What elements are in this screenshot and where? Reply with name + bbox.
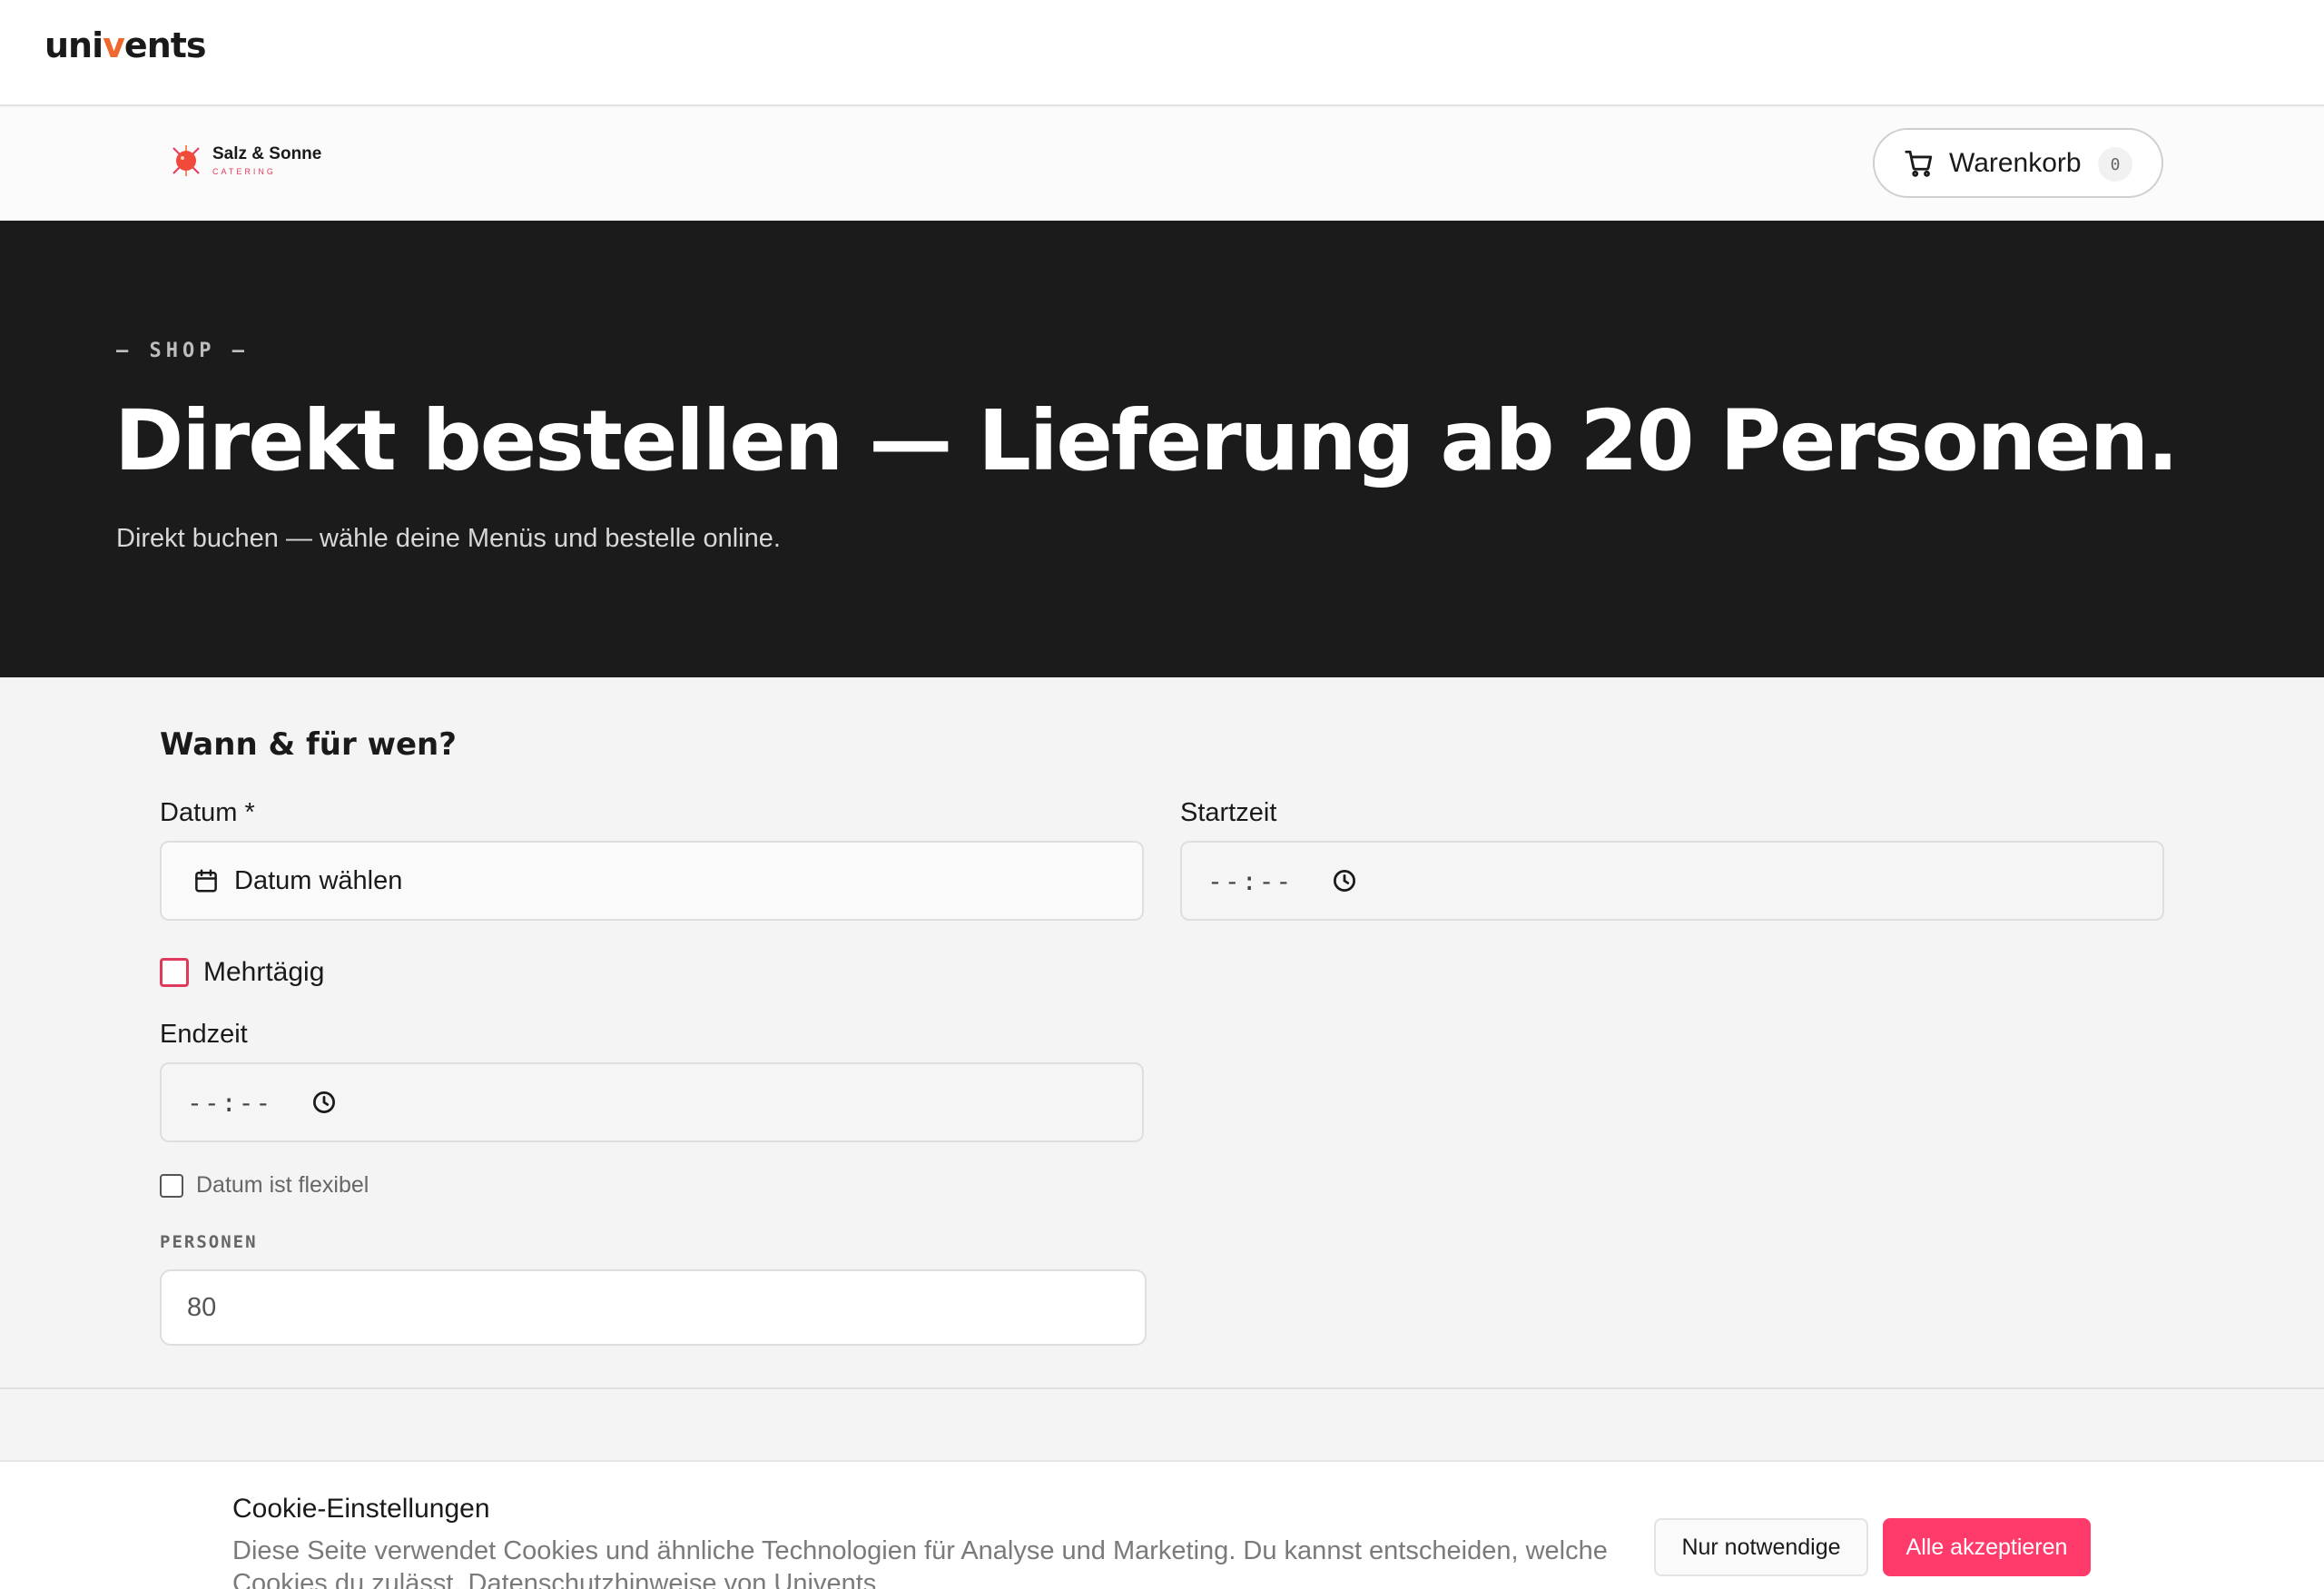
multi-day-checkbox-row[interactable]: Mehrtägig: [160, 957, 324, 988]
cart-label: Warenkorb: [1949, 147, 2082, 178]
cookie-title: Cookie-Einstellungen: [232, 1494, 490, 1524]
clock-icon[interactable]: [310, 1089, 338, 1116]
date-value: Datum wählen: [234, 865, 403, 895]
univents-logo[interactable]: univents: [44, 25, 207, 65]
date-picker-field[interactable]: Datum wählen: [160, 841, 1144, 921]
vendor-name: Salz & Sonne: [212, 144, 322, 163]
end-time-input[interactable]: --:--: [160, 1062, 1144, 1142]
date-label: Datum *: [160, 798, 255, 827]
hero-subtitle: Direkt buchen — wähle deine Menüs und be…: [116, 524, 781, 553]
persons-input[interactable]: 80: [160, 1269, 1147, 1346]
necessary-cookies-button[interactable]: Nur notwendige: [1654, 1518, 1868, 1576]
date-flexible-checkbox-row[interactable]: Datum ist flexibel: [160, 1172, 369, 1199]
clock-icon[interactable]: [1331, 867, 1358, 894]
calendar-icon: [195, 869, 217, 893]
section-title: Wann & für wen?: [160, 726, 457, 763]
hero-title: Direkt bestellen — Lieferung ab 20 Perso…: [114, 392, 2179, 489]
cookie-text: Diese Seite verwendet Cookies und ähnlic…: [232, 1536, 1608, 1589]
accept-all-cookies-button[interactable]: Alle akzeptieren: [1883, 1518, 2091, 1576]
start-time-label: Startzeit: [1180, 798, 1277, 827]
date-flexible-checkbox[interactable]: [160, 1173, 183, 1198]
cart-count-badge: 0: [2098, 147, 2132, 182]
start-time-value: --:--: [1207, 865, 1294, 896]
shopping-cart-icon: [1905, 150, 1933, 177]
start-time-input[interactable]: --:--: [1180, 841, 2164, 921]
end-time-value: --:--: [187, 1087, 273, 1118]
hero-eyebrow: — SHOP —: [116, 340, 249, 362]
persons-label: PERSONEN: [160, 1232, 258, 1252]
end-time-label: Endzeit: [160, 1020, 248, 1049]
vendor-logo[interactable]: Salz & Sonne CATERING: [169, 143, 321, 178]
multi-day-checkbox[interactable]: [160, 958, 189, 987]
cart-button[interactable]: Warenkorb 0: [1873, 128, 2163, 198]
date-flexible-label: Datum ist flexibel: [196, 1172, 369, 1198]
multi-day-label: Mehrtägig: [203, 957, 325, 987]
salz-sonne-logo-icon: [169, 143, 203, 178]
top-bar: univents: [0, 0, 2324, 106]
vendor-tagline: CATERING: [212, 167, 276, 176]
